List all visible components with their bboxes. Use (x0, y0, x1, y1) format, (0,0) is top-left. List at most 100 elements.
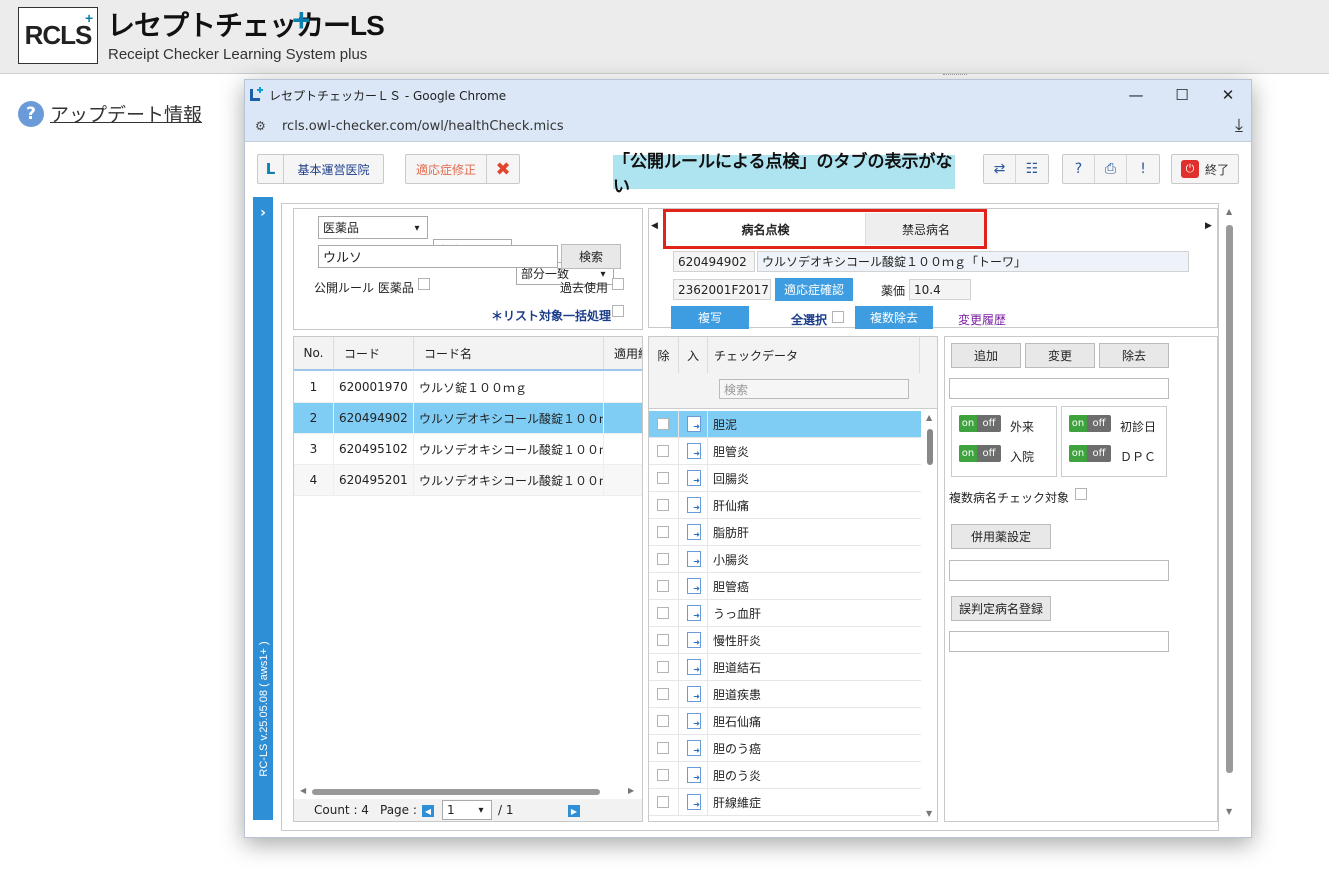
page-select[interactable]: 1 ▾ (442, 800, 492, 820)
scroll-up-icon[interactable]: ▲ (1226, 207, 1232, 216)
copy-button[interactable]: 複写 (671, 306, 749, 329)
indication-edit-button[interactable]: 適応症修正 ✖ (405, 154, 520, 184)
indication-confirm-button[interactable]: 適応症確認 (775, 278, 853, 301)
list-item[interactable]: ➜ 胆道結石 (649, 654, 921, 681)
search-input[interactable]: ウルソ (318, 245, 558, 268)
scroll-right-icon[interactable]: ▶ (628, 786, 634, 795)
scroll-up-icon[interactable]: ▲ (926, 413, 932, 422)
transfer-icon[interactable]: ⇄ (984, 155, 1016, 183)
exclude-checkbox[interactable] (657, 634, 669, 646)
exit-button[interactable]: ⏻ 終了 (1171, 154, 1239, 184)
check-data-search-input[interactable]: 検索 (719, 379, 909, 399)
multi-disease-check-checkbox[interactable] (1075, 488, 1087, 500)
table-row[interactable]: 4 620495201 ウルソデオキシコール酸錠１００ｍｇ (294, 465, 642, 496)
document-icon[interactable]: ➜ (687, 497, 701, 513)
setting-input-2[interactable] (949, 560, 1169, 581)
tab-scroll-right-icon[interactable]: ▶ (1205, 221, 1212, 231)
update-info[interactable]: ? アップデート情報 (18, 100, 202, 127)
document-icon[interactable]: ➜ (687, 470, 701, 486)
table-row[interactable]: 1 620001970 ウルソ錠１００ｍｇ (294, 372, 642, 403)
remove-icon[interactable]: ✖ (487, 159, 519, 180)
col-code[interactable]: コード (334, 337, 414, 369)
setting-input-3[interactable] (949, 631, 1169, 652)
exclude-checkbox[interactable] (657, 688, 669, 700)
table-row[interactable]: 3 620495102 ウルソデオキシコール酸錠１００ｍｇ (294, 434, 642, 465)
horizontal-scrollbar[interactable]: ◀ ▶ (300, 786, 638, 797)
document-icon[interactable]: ➜ (687, 740, 701, 756)
list-item[interactable]: ➜ 胆のう炎 (649, 762, 921, 789)
remove-button[interactable]: 除去 (1099, 343, 1169, 368)
exclude-checkbox[interactable] (657, 418, 669, 430)
list-settings-icon[interactable]: ☷ (1016, 155, 1048, 183)
page-vertical-scrollbar[interactable]: ▲ ▼ (1223, 207, 1237, 821)
exclude-checkbox[interactable] (657, 580, 669, 592)
list-item[interactable]: ➜ 脂肪肝 (649, 519, 921, 546)
update-info-link[interactable]: アップデート情報 (50, 100, 202, 127)
document-icon[interactable]: ➜ (687, 578, 701, 594)
bulk-process-checkbox[interactable] (612, 305, 624, 317)
help-icon[interactable]: ? (1063, 155, 1095, 183)
list-item[interactable]: ➜ 胆のう癌 (649, 735, 921, 762)
alert-icon[interactable]: ! (1127, 155, 1159, 183)
outpatient-toggle[interactable]: on off (959, 415, 1001, 432)
list-item[interactable]: ➜ 胆管炎 (649, 438, 921, 465)
combo-drug-settings-button[interactable]: 併用薬設定 (951, 524, 1051, 549)
past-use-checkbox[interactable] (612, 278, 624, 290)
exclude-checkbox[interactable] (657, 742, 669, 754)
col-apply-end[interactable]: 適用終 (604, 337, 642, 369)
side-rail[interactable]: › RC-LS v.25.05.08 ( aws1+ ) (253, 197, 273, 820)
list-item[interactable]: ➜ 胆道疾患 (649, 681, 921, 708)
site-info-icon[interactable]: ⚙ (255, 119, 266, 133)
multi-remove-button[interactable]: 複数除去 (855, 306, 933, 329)
kind-select[interactable]: 医薬品 ▾ (318, 216, 428, 239)
exclude-checkbox[interactable] (657, 499, 669, 511)
exclude-checkbox[interactable] (657, 472, 669, 484)
list-item[interactable]: ➜ 胆管癌 (649, 573, 921, 600)
resize-grip[interactable] (943, 74, 967, 77)
exclude-checkbox[interactable] (657, 661, 669, 673)
change-button[interactable]: 変更 (1025, 343, 1095, 368)
scroll-down-icon[interactable]: ▼ (926, 809, 932, 818)
exclude-checkbox[interactable] (657, 445, 669, 457)
list-item[interactable]: ➜ うっ血肝 (649, 600, 921, 627)
prev-page-icon[interactable]: ◀ (422, 805, 434, 817)
document-icon[interactable]: ➜ (687, 767, 701, 783)
search-button[interactable]: 検索 (561, 244, 621, 269)
document-icon[interactable]: ➜ (687, 794, 701, 810)
maximize-button[interactable]: ☐ (1159, 80, 1205, 110)
setting-input-1[interactable] (949, 378, 1169, 399)
scroll-thumb[interactable] (927, 429, 933, 465)
download-icon[interactable]: ⤓ (1235, 115, 1243, 136)
tab-scroll-left-icon[interactable]: ◀ (651, 221, 658, 231)
scroll-left-icon[interactable]: ◀ (300, 786, 306, 795)
exclude-checkbox[interactable] (657, 769, 669, 781)
add-button[interactable]: 追加 (951, 343, 1021, 368)
select-all-checkbox[interactable] (832, 311, 844, 323)
print-icon[interactable]: ⎙ (1095, 155, 1127, 183)
list-item[interactable]: ➜ 肝線維症 (649, 789, 921, 816)
document-icon[interactable]: ➜ (687, 686, 701, 702)
inpatient-toggle[interactable]: on off (959, 445, 1001, 462)
exclude-checkbox[interactable] (657, 607, 669, 619)
minimize-button[interactable]: — (1113, 80, 1159, 110)
list-item[interactable]: ➜ 慢性肝炎 (649, 627, 921, 654)
expand-icon[interactable]: › (255, 205, 271, 221)
first-visit-toggle[interactable]: on off (1069, 415, 1111, 432)
scroll-thumb[interactable] (1226, 225, 1233, 773)
document-icon[interactable]: ➜ (687, 551, 701, 567)
exclude-checkbox[interactable] (657, 526, 669, 538)
exclude-checkbox[interactable] (657, 715, 669, 727)
col-code-name[interactable]: コード名 (414, 337, 604, 369)
change-history-link[interactable]: 変更履歴 (958, 311, 1006, 328)
document-icon[interactable]: ➜ (687, 416, 701, 432)
list-item[interactable]: ➜ 肝仙痛 (649, 492, 921, 519)
document-icon[interactable]: ➜ (687, 524, 701, 540)
document-icon[interactable]: ➜ (687, 659, 701, 675)
table-row-selected[interactable]: 2 620494902 ウルソデオキシコール酸錠１００ｍｇ (294, 403, 642, 434)
list-item[interactable]: ➜ 胆石仙痛 (649, 708, 921, 735)
document-icon[interactable]: ➜ (687, 632, 701, 648)
list-item[interactable]: ➜ 胆泥 (649, 411, 921, 438)
scroll-thumb[interactable] (312, 789, 600, 795)
kihon-clinic-button[interactable]: L 基本運営医院 (257, 154, 384, 184)
col-no[interactable]: No. (294, 337, 334, 369)
